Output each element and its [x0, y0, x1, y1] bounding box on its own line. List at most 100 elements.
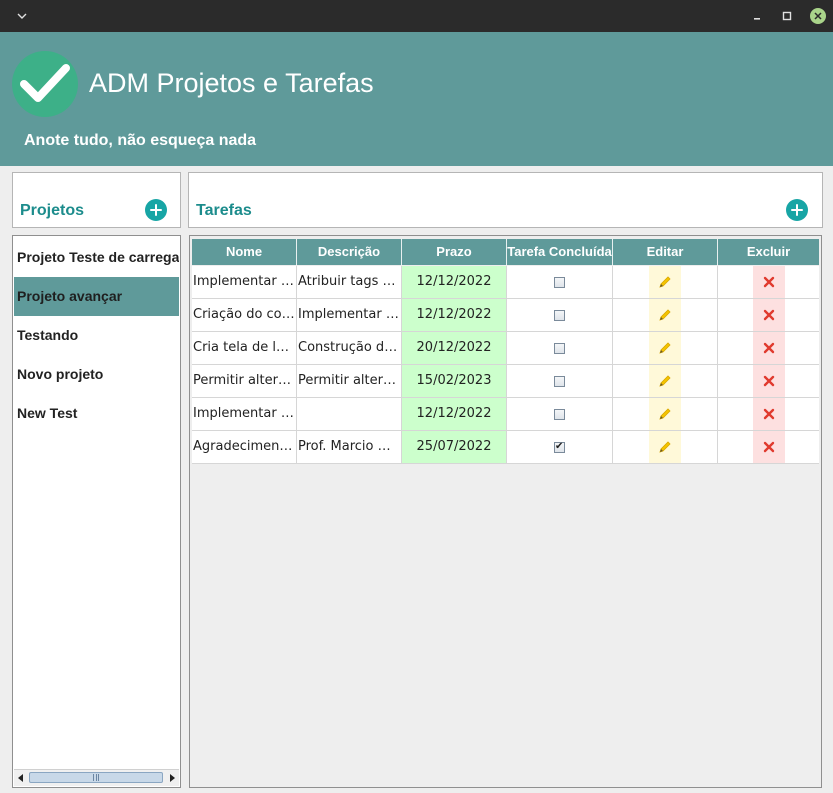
column-header-editar[interactable]: Editar	[613, 239, 718, 265]
cell-prazo[interactable]: 12/12/2022	[402, 266, 507, 298]
table-row[interactable]: Permitir alteraçãoPermitir alteração de …	[192, 365, 819, 398]
delete-x-icon	[763, 342, 774, 354]
cell-excluir	[718, 332, 819, 364]
table-row[interactable]: Implementar filtros 12/12/2022	[192, 398, 819, 431]
pencil-icon	[659, 342, 671, 354]
cell-editar	[613, 431, 718, 463]
cell-excluir	[718, 365, 819, 397]
tasks-header: Tarefas	[188, 172, 823, 228]
table-row[interactable]: AgradecimentosProf. Marcio Michelluzzi25…	[192, 431, 819, 464]
cell-descricao[interactable]: Prof. Marcio Michelluzzi	[297, 431, 402, 463]
edit-task-button[interactable]	[649, 266, 681, 298]
column-header-prazo[interactable]: Prazo	[402, 239, 507, 265]
column-header-descricao[interactable]: Descrição	[297, 239, 402, 265]
table-header: Nome Descrição Prazo Tarefa Concluída Ed…	[192, 239, 819, 265]
edit-task-button[interactable]	[649, 431, 681, 463]
delete-task-button[interactable]	[752, 398, 785, 430]
add-task-button[interactable]	[786, 199, 808, 221]
project-item[interactable]: New Test	[14, 394, 179, 433]
project-item[interactable]: Projeto Teste de carregamento	[14, 238, 179, 277]
table-row[interactable]: Criação do componenteImplementar compone…	[192, 299, 819, 332]
delete-x-icon	[763, 375, 774, 387]
cell-editar	[613, 266, 718, 298]
project-item[interactable]: Novo projeto	[14, 355, 179, 394]
pencil-icon	[659, 309, 671, 321]
window-menu-button[interactable]	[10, 0, 34, 32]
cell-concluida	[507, 332, 613, 364]
close-icon	[810, 8, 826, 24]
arrow-left-icon	[18, 774, 23, 782]
cell-concluida	[507, 365, 613, 397]
grip-icon	[93, 774, 99, 781]
cell-prazo[interactable]: 20/12/2022	[402, 332, 507, 364]
add-project-button[interactable]	[145, 199, 167, 221]
completed-checkbox[interactable]	[554, 439, 565, 455]
tasks-table: Nome Descrição Prazo Tarefa Concluída Ed…	[189, 235, 822, 788]
table-row[interactable]: Cria tela de loginConstrução da tela20/1…	[192, 332, 819, 365]
pencil-icon	[659, 408, 671, 420]
delete-x-icon	[763, 441, 774, 453]
app-header: ADM Projetos e Tarefas Anote tudo, não e…	[0, 32, 833, 166]
column-header-concluida[interactable]: Tarefa Concluída	[507, 239, 613, 265]
maximize-icon	[782, 11, 792, 21]
project-item-selected[interactable]: Projeto avançar	[14, 277, 179, 316]
cell-nome[interactable]: Cria tela de login	[192, 332, 297, 364]
cell-concluida	[507, 431, 613, 463]
cell-descricao[interactable]: Atribuir tags a tarefas	[297, 266, 402, 298]
projects-label: Projetos	[20, 202, 85, 219]
minimize-button[interactable]	[742, 0, 772, 32]
cell-descricao[interactable]: Permitir alteração de dados	[297, 365, 402, 397]
cell-nome[interactable]: Implementar filtros	[192, 398, 297, 430]
cell-excluir	[718, 431, 819, 463]
close-button[interactable]	[804, 0, 832, 32]
delete-x-icon	[763, 309, 774, 321]
completed-checkbox[interactable]	[554, 375, 565, 387]
projects-list[interactable]: Projeto Teste de carregamento Projeto av…	[12, 235, 181, 788]
cell-editar	[613, 365, 718, 397]
edit-task-button[interactable]	[649, 365, 681, 397]
delete-task-button[interactable]	[752, 266, 785, 298]
pencil-icon	[659, 276, 671, 288]
delete-task-button[interactable]	[752, 332, 785, 364]
window-titlebar	[0, 0, 833, 32]
cell-prazo[interactable]: 12/12/2022	[402, 398, 507, 430]
column-header-excluir[interactable]: Excluir	[718, 239, 819, 265]
edit-task-button[interactable]	[649, 332, 681, 364]
arrow-right-icon	[170, 774, 175, 782]
completed-checkbox[interactable]	[554, 309, 565, 321]
cell-prazo[interactable]: 15/02/2023	[402, 365, 507, 397]
delete-task-button[interactable]	[752, 365, 785, 397]
cell-descricao[interactable]	[297, 398, 402, 430]
chevron-down-icon	[17, 13, 27, 19]
app-subtitle: Anote tudo, não esqueça nada	[24, 132, 257, 149]
cell-prazo[interactable]: 25/07/2022	[402, 431, 507, 463]
cell-nome[interactable]: Implementar tags	[192, 266, 297, 298]
completed-checkbox[interactable]	[554, 276, 565, 288]
edit-task-button[interactable]	[649, 299, 681, 331]
scroll-left-button[interactable]	[14, 770, 28, 786]
app-title: ADM Projetos e Tarefas	[89, 68, 374, 98]
cell-descricao[interactable]: Construção da tela	[297, 332, 402, 364]
delete-task-button[interactable]	[752, 299, 785, 331]
cell-excluir	[718, 398, 819, 430]
minimize-icon	[754, 18, 760, 20]
cell-nome[interactable]: Agradecimentos	[192, 431, 297, 463]
edit-task-button[interactable]	[649, 398, 681, 430]
projects-horizontal-scrollbar[interactable]	[14, 769, 179, 786]
delete-task-button[interactable]	[752, 431, 785, 463]
column-header-nome[interactable]: Nome	[192, 239, 297, 265]
completed-checkbox[interactable]	[554, 342, 565, 354]
table-body: Implementar tagsAtribuir tags a tarefas1…	[192, 266, 819, 464]
cell-nome[interactable]: Permitir alteração	[192, 365, 297, 397]
pencil-icon	[659, 441, 671, 453]
maximize-button[interactable]	[772, 0, 802, 32]
cell-prazo[interactable]: 12/12/2022	[402, 299, 507, 331]
scroll-right-button[interactable]	[165, 770, 179, 786]
project-item[interactable]: Testando	[14, 316, 179, 355]
scroll-thumb[interactable]	[29, 772, 163, 783]
table-row[interactable]: Implementar tagsAtribuir tags a tarefas1…	[192, 266, 819, 299]
completed-checkbox[interactable]	[554, 408, 565, 420]
cell-descricao[interactable]: Implementar componente	[297, 299, 402, 331]
delete-x-icon	[763, 408, 774, 420]
cell-nome[interactable]: Criação do componente	[192, 299, 297, 331]
